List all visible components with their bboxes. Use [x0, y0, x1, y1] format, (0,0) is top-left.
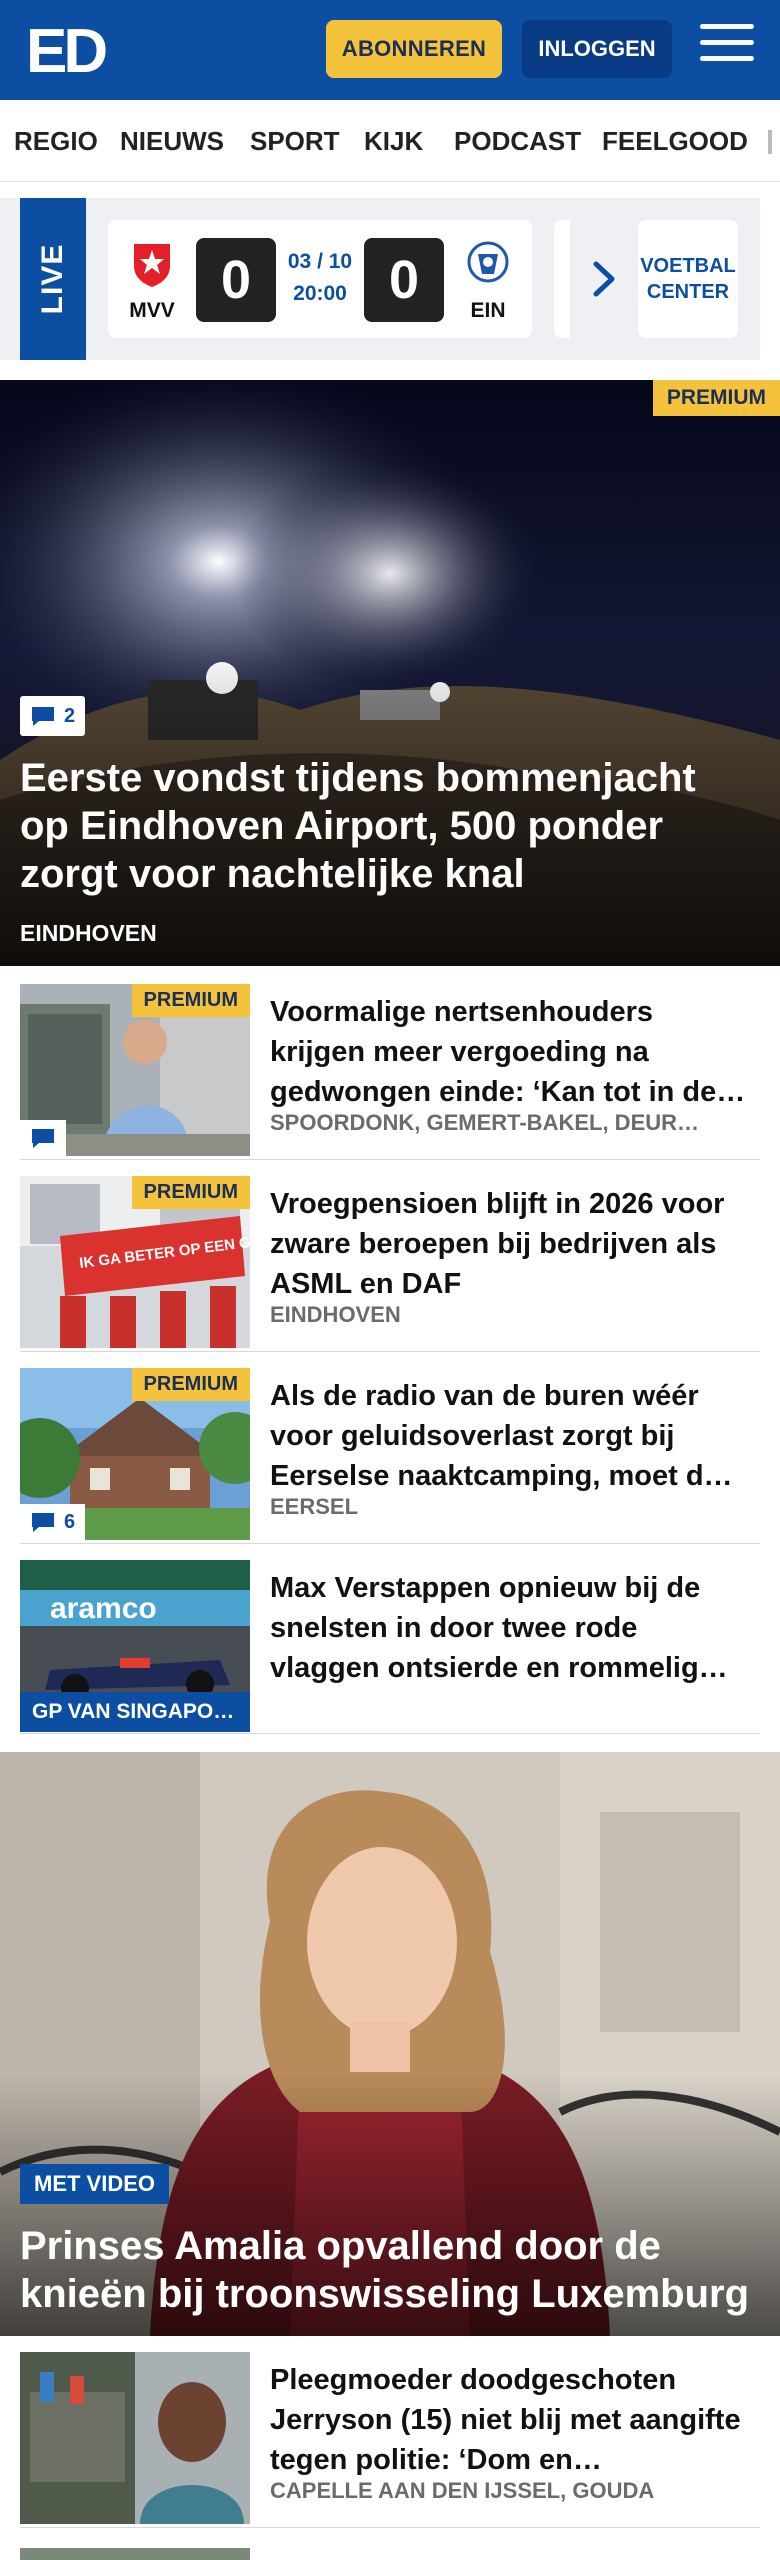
comment-badge[interactable]: 6 [20, 1504, 86, 1540]
thumbnail-image [20, 2352, 250, 2524]
nav-item-regio[interactable]: REGIO [14, 126, 98, 157]
next-match-card-edge[interactable] [554, 220, 570, 338]
article-location: EINDHOVEN [270, 1302, 401, 1327]
comment-count: 2 [64, 704, 76, 727]
banner-text: aramco [50, 1592, 157, 1625]
comment-badge[interactable] [20, 1120, 66, 1156]
list-item[interactable]: PREMIUM Voormalige nertsenhouders krijge… [20, 984, 760, 1160]
nav-item-sport[interactable]: SPORT [250, 126, 340, 157]
premium-badge: PREMIUM [652, 380, 780, 416]
nav-item-feelgood[interactable]: FEELGOOD [602, 126, 748, 157]
subscribe-button[interactable]: ABONNEREN [326, 20, 502, 78]
away-score: 0 [364, 238, 444, 322]
feature-article[interactable]: MET VIDEO Prinses Amalia opvallend door … [0, 1752, 780, 2336]
live-label: LIVE [20, 198, 86, 360]
article-location: EERSEL [270, 1494, 359, 1519]
article-title[interactable]: Vroegpensioen blijft in 2026 voor zware … [270, 1184, 750, 1304]
nav-overflow-hint [768, 130, 772, 154]
top-header: ED ABONNEREN INLOGGEN [0, 0, 780, 100]
article-thumbnail: IK GA BETER OP EEN GOEDE PREMIUM [20, 1176, 250, 1348]
article-title[interactable]: Voormalige nertsenhouders krijgen meer v… [270, 992, 750, 1112]
section-nav: REGIO NIEUWS SPORT KIJK PODCAST FEELGOOD [0, 100, 780, 182]
nav-item-kijk[interactable]: KIJK [364, 126, 423, 157]
premium-badge: PREMIUM [131, 1368, 250, 1401]
login-button[interactable]: INLOGGEN [522, 20, 672, 78]
psv-crest-icon [467, 241, 509, 283]
match-date: 03 / 10 [287, 250, 353, 273]
article-title[interactable]: Pleegmoeder doodgeschoten Jerryson (15) … [270, 2360, 750, 2480]
video-badge: MET VIDEO [20, 2164, 170, 2204]
list-item[interactable]: aramco GP VAN SINGAPO… Max Verstappen op… [20, 1560, 760, 1734]
hero-article[interactable]: PREMIUM 2 Eerste vondst tijdens bommenja… [0, 380, 780, 966]
article-thumbnail: PREMIUM [20, 984, 250, 1156]
hamburger-menu-icon[interactable] [700, 24, 754, 74]
hero-headline[interactable]: Eerste vondst tijdens bommenjacht op Ein… [20, 754, 740, 898]
premium-badge: PREMIUM [131, 984, 250, 1017]
section-label: GP VAN SINGAPO… [20, 1692, 250, 1732]
next-article-thumbnail-peek [20, 2548, 250, 2560]
comment-icon [32, 707, 54, 726]
list-item[interactable]: PREMIUM 6 Als de radio van de buren wéér… [20, 1368, 760, 1544]
nav-item-nieuws[interactable]: NIEUWS [120, 126, 224, 157]
away-team-name: EIN [470, 299, 506, 322]
comment-count-badge[interactable]: 2 [20, 696, 86, 736]
nav-item-podcast[interactable]: PODCAST [454, 126, 581, 157]
voetbal-center-button[interactable]: VOETBAL CENTER [638, 220, 738, 338]
home-team: MVV [122, 240, 182, 323]
chevron-right-icon[interactable] [590, 260, 618, 298]
article-thumbnail: aramco GP VAN SINGAPO… [20, 1560, 250, 1732]
comment-icon [32, 1129, 54, 1148]
comment-count: 6 [64, 1510, 76, 1533]
comment-icon [32, 1513, 54, 1532]
mvv-crest-icon [134, 244, 170, 287]
hero-location: EINDHOVEN [20, 920, 157, 946]
feature-headline[interactable]: Prinses Amalia opvallend door de knieën … [20, 2222, 770, 2318]
article-title[interactable]: Als de radio van de buren wéér voor gelu… [270, 1376, 750, 1496]
live-scores-bar: LIVE MVV 0 03 / 10 20:00 0 EIN VOETBAL C… [0, 198, 760, 360]
match-time: 20:00 [293, 282, 347, 305]
away-team: EIN [458, 240, 518, 323]
list-item[interactable]: IK GA BETER OP EEN GOEDE PREMIUM Vroegpe… [20, 1176, 760, 1352]
home-score: 0 [196, 238, 276, 322]
logo-text: ED [26, 20, 106, 80]
article-thumbnail: PREMIUM 6 [20, 1368, 250, 1540]
match-datetime: 03 / 10 20:00 [284, 246, 356, 310]
list-item[interactable]: Pleegmoeder doodgeschoten Jerryson (15) … [20, 2352, 760, 2528]
article-location: SPOORDONK, GEMERT-BAKEL, DEUR… [270, 1110, 700, 1135]
home-team-name: MVV [129, 299, 175, 322]
premium-badge: PREMIUM [131, 1176, 250, 1209]
article-thumbnail [20, 2352, 250, 2524]
match-card[interactable]: MVV 0 03 / 10 20:00 0 EIN [108, 220, 532, 338]
article-location: CAPELLE AAN DEN IJSSEL, GOUDA [270, 2478, 655, 2503]
ed-logo[interactable]: ED [26, 20, 118, 80]
article-title[interactable]: Max Verstappen opnieuw bij de snelsten i… [270, 1568, 750, 1688]
